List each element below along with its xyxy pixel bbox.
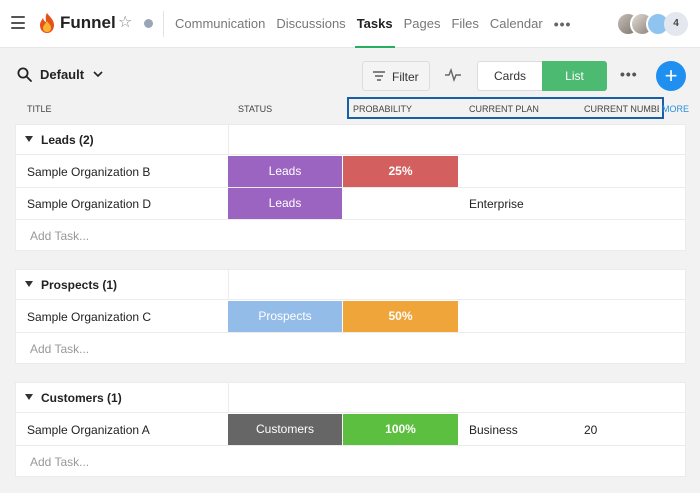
favorite-star-icon[interactable]: ☆: [118, 13, 132, 33]
tab-tasks[interactable]: Tasks: [354, 0, 395, 48]
activity-pulse-icon[interactable]: [445, 68, 461, 82]
status-dot-icon[interactable]: [144, 19, 153, 28]
filter-icon: [373, 71, 385, 81]
column-header-title[interactable]: Title: [27, 104, 52, 114]
group-title: Customers (1): [41, 391, 122, 405]
members-count-badge[interactable]: 4: [664, 12, 688, 36]
add-task-row[interactable]: Add Task...: [16, 220, 685, 251]
task-group-leads: Leads (2) Sample Organization B Leads 25…: [15, 124, 686, 251]
search-icon[interactable]: [17, 67, 32, 82]
tab-calendar[interactable]: Calendar: [490, 0, 543, 48]
more-columns-link[interactable]: More: [662, 104, 689, 114]
task-group-customers: Customers (1) Sample Organization A Cust…: [15, 382, 686, 477]
column-header-current-plan[interactable]: Current Plan: [469, 104, 539, 114]
flame-logo-icon: [40, 13, 54, 33]
nav-divider: [163, 11, 164, 37]
group-header[interactable]: Leads (2): [16, 125, 685, 155]
nav-more-icon[interactable]: •••: [554, 0, 572, 48]
header-divider: [228, 270, 229, 300]
collapse-caret-icon[interactable]: [25, 136, 33, 142]
task-title[interactable]: Sample Organization B: [27, 165, 150, 179]
group-title: Prospects (1): [41, 278, 118, 292]
tab-discussions[interactable]: Discussions: [276, 0, 345, 48]
chevron-down-icon[interactable]: [93, 70, 103, 78]
probability-cell[interactable]: 50%: [343, 301, 458, 332]
add-task-row[interactable]: Add Task...: [16, 446, 685, 477]
add-task-placeholder[interactable]: Add Task...: [30, 342, 89, 356]
table-row[interactable]: Sample Organization A Customers 100% Bus…: [16, 414, 685, 446]
tab-pages[interactable]: Pages: [404, 0, 441, 48]
filter-button-label: Filter: [392, 70, 419, 84]
current-number-cell[interactable]: 20: [584, 423, 597, 437]
project-tabs: Communication Discussions Tasks Pages Fi…: [175, 0, 571, 48]
cards-view-button[interactable]: Cards: [477, 61, 542, 91]
view-selector-label[interactable]: Default: [40, 67, 84, 82]
collapse-caret-icon[interactable]: [25, 281, 33, 287]
header-divider: [228, 125, 229, 155]
group-header[interactable]: Customers (1): [16, 383, 685, 413]
collapse-caret-icon[interactable]: [25, 394, 33, 400]
table-row[interactable]: Sample Organization B Leads 25%: [16, 156, 685, 188]
app-title: Funnel: [60, 13, 116, 32]
status-cell[interactable]: Prospects: [228, 301, 342, 332]
current-plan-cell[interactable]: Enterprise: [469, 197, 524, 211]
column-header-probability[interactable]: Probability: [353, 104, 412, 114]
tab-files[interactable]: Files: [451, 0, 478, 48]
tab-communication[interactable]: Communication: [175, 0, 265, 48]
probability-cell[interactable]: 25%: [343, 156, 458, 187]
status-cell[interactable]: Leads: [228, 188, 342, 219]
add-task-button[interactable]: +: [656, 61, 686, 91]
table-row[interactable]: Sample Organization D Leads Enterprise: [16, 188, 685, 220]
add-task-placeholder[interactable]: Add Task...: [30, 229, 89, 243]
probability-cell[interactable]: 100%: [343, 414, 458, 445]
more-options-icon[interactable]: •••: [620, 66, 638, 82]
top-navigation-bar: Funnel ☆ Communication Discussions Tasks…: [0, 0, 700, 48]
header-divider: [228, 383, 229, 413]
table-row[interactable]: Sample Organization C Prospects 50%: [16, 301, 685, 333]
list-view-button[interactable]: List: [542, 61, 607, 91]
group-title: Leads (2): [41, 133, 94, 147]
current-plan-cell[interactable]: Business: [469, 423, 518, 437]
task-title[interactable]: Sample Organization A: [27, 423, 150, 437]
task-title[interactable]: Sample Organization D: [27, 197, 151, 211]
task-title[interactable]: Sample Organization C: [27, 310, 151, 324]
add-task-placeholder[interactable]: Add Task...: [30, 455, 89, 469]
filter-button[interactable]: Filter: [362, 61, 430, 91]
hamburger-menu-icon[interactable]: [11, 16, 25, 29]
group-header[interactable]: Prospects (1): [16, 270, 685, 300]
task-group-prospects: Prospects (1) Sample Organization C Pros…: [15, 269, 686, 364]
add-task-row[interactable]: Add Task...: [16, 333, 685, 364]
column-header-status[interactable]: Status: [238, 104, 272, 114]
status-cell[interactable]: Leads: [228, 156, 342, 187]
column-header-current-number[interactable]: Current Number: [584, 104, 659, 114]
status-cell[interactable]: Customers: [228, 414, 342, 445]
